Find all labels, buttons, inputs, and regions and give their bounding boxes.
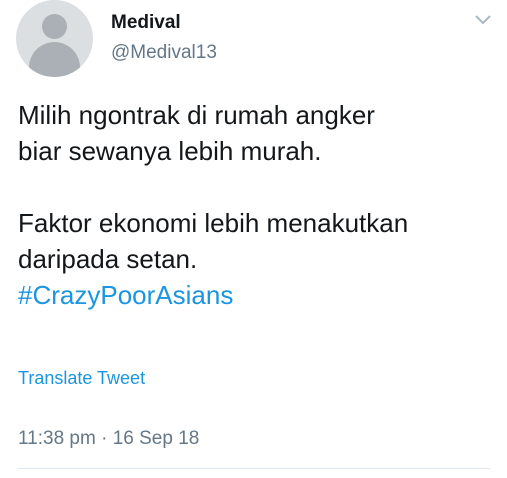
tweet-text: Milih ngontrak di rumah angker biar sewa… bbox=[18, 97, 498, 313]
default-profile-avatar-icon bbox=[42, 14, 67, 39]
avatar[interactable] bbox=[16, 0, 93, 77]
tweet-card: Medival @Medival13 Milih ngontrak di rum… bbox=[0, 0, 507, 478]
tweet-text-line: biar sewanya lebih murah. bbox=[18, 136, 322, 166]
chevron-down-icon[interactable] bbox=[472, 10, 494, 28]
user-handle[interactable]: @Medival13 bbox=[111, 42, 217, 64]
hashtag-link[interactable]: #CrazyPoorAsians bbox=[18, 277, 498, 313]
tweet-text-line: Milih ngontrak di rumah angker bbox=[18, 100, 375, 130]
display-name[interactable]: Medival bbox=[111, 12, 181, 34]
tweet-text-line: daripada setan. bbox=[18, 244, 198, 274]
tweet-timestamp[interactable]: 11:38 pm · 16 Sep 18 bbox=[18, 428, 199, 450]
divider bbox=[18, 468, 490, 469]
translate-tweet-link[interactable]: Translate Tweet bbox=[18, 368, 145, 389]
tweet-text-line: Faktor ekonomi lebih menakutkan bbox=[18, 208, 409, 238]
